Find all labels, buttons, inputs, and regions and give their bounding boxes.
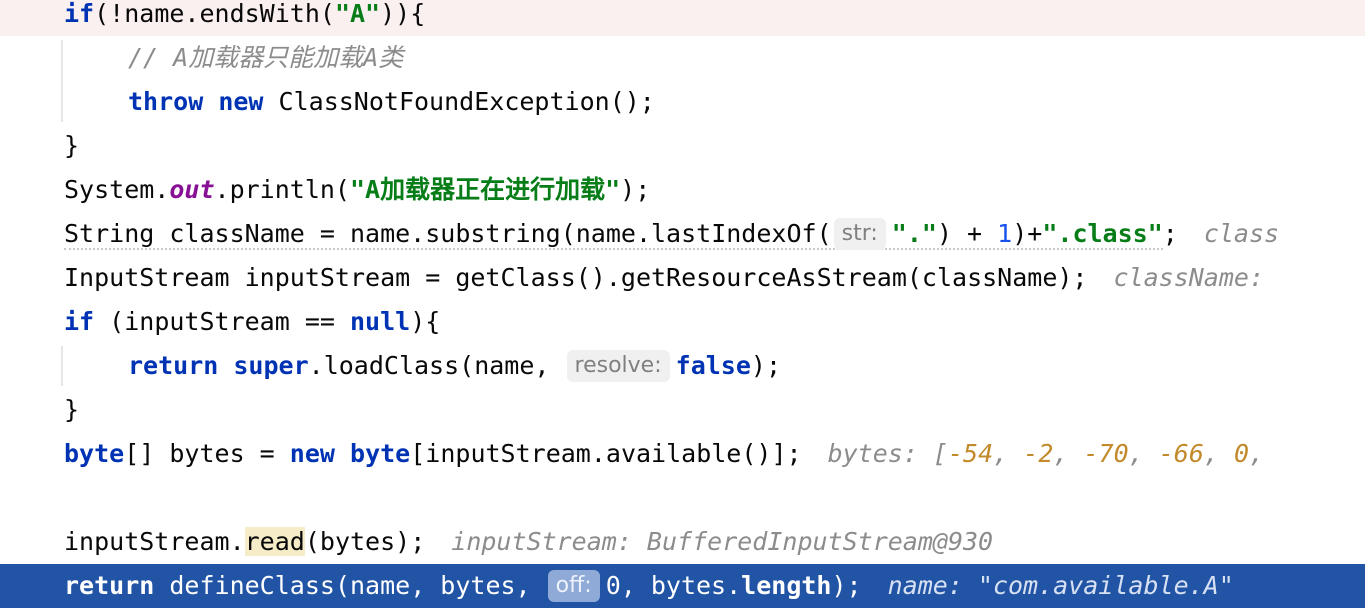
keyword-token: byte	[350, 439, 411, 468]
code-line-3[interactable]: throw new ClassNotFoundException();	[0, 80, 1365, 124]
keyword-token: byte	[64, 439, 125, 468]
code-token: );	[750, 351, 782, 380]
keyword-token: new	[218, 87, 264, 116]
string-literal: "A加载器正在进行加载"	[349, 175, 621, 204]
debug-number: -2	[1023, 439, 1054, 468]
keyword-token: return	[128, 351, 219, 380]
code-token: [] bytes =	[124, 439, 290, 468]
debug-separator: ,	[1203, 439, 1235, 468]
debug-number: -66	[1158, 439, 1204, 468]
debug-inline-value[interactable]: className:	[1114, 263, 1265, 292]
code-token: defineClass(name, bytes,	[169, 571, 531, 600]
debug-inline-value[interactable]: bytes: [-54, -2, -70, -66, 0,	[828, 439, 1265, 468]
code-line-9[interactable]: return super.loadClass(name, resolve: fal…	[0, 344, 1365, 388]
parameter-hint: resolve:	[566, 350, 670, 382]
code-token: ;	[1162, 219, 1178, 248]
code-line-2[interactable]: // A加载器只能加载A类	[0, 36, 1365, 80]
debug-separator: ,	[1053, 439, 1084, 468]
debug-separator: ,	[1249, 439, 1265, 468]
debug-inline-value[interactable]: class	[1204, 219, 1279, 248]
keyword-token: false	[675, 351, 751, 380]
code-token: 0, bytes.	[605, 571, 742, 600]
debug-number: 0	[1234, 439, 1250, 468]
debug-separator: ,	[993, 439, 1024, 468]
keyword-token: if	[64, 0, 95, 28]
static-field-token: out	[169, 175, 215, 204]
parameter-hint: str:	[833, 218, 886, 250]
debug-label: bytes: [	[827, 439, 948, 468]
debug-inline-value[interactable]: inputStream: BufferedInputStream@930	[451, 527, 993, 556]
parameter-hint: off:	[547, 570, 600, 602]
keyword-token: null	[350, 307, 411, 336]
debug-number: -70	[1083, 439, 1129, 468]
debug-separator: ,	[1128, 439, 1159, 468]
code-token: String className = name.substring(name.l…	[64, 219, 832, 248]
code-line-13[interactable]: inputStream.read(bytes); inputStream: Buf…	[0, 520, 1365, 564]
comment-token: // A加载器只能加载A类	[128, 43, 404, 72]
method-usage-highlight: read	[244, 527, 305, 556]
code-line-7[interactable]: InputStream inputStream = getClass().get…	[0, 256, 1365, 300]
brace-token: {	[425, 307, 441, 336]
code-line-4[interactable]: }	[0, 124, 1365, 168]
code-token: (!name.endsWith(	[94, 0, 335, 28]
code-token: [inputStream.available()];	[410, 439, 802, 468]
code-token: inputStream.	[64, 527, 245, 556]
code-token: )	[410, 307, 426, 336]
code-token: .println(	[214, 175, 350, 204]
code-line-1[interactable]: if(!name.endsWith("A")){	[0, 0, 1365, 36]
debug-inline-value[interactable]: name: "com.available.A"	[888, 571, 1234, 600]
brace-token: }	[64, 395, 80, 424]
string-literal: ".class"	[1042, 219, 1163, 248]
keyword-token: return	[64, 571, 155, 600]
keyword-token: if	[64, 307, 95, 336]
code-line-6[interactable]: String className = name.substring(name.l…	[0, 212, 1365, 256]
number-literal: 1	[997, 219, 1013, 248]
keyword-token: new	[289, 439, 335, 468]
code-token: );	[831, 571, 862, 600]
code-token: ))	[380, 0, 411, 28]
brace-token: }	[64, 131, 80, 160]
brace-token: {	[410, 0, 426, 28]
code-token: InputStream inputStream = getClass().get…	[64, 263, 1088, 292]
code-token: (bytes);	[304, 527, 426, 556]
code-line-10[interactable]: }	[0, 388, 1365, 432]
code-token: )+	[1012, 219, 1043, 248]
string-literal: "."	[891, 219, 937, 248]
code-line-12[interactable]	[0, 476, 1365, 520]
field-token: length	[741, 571, 832, 600]
code-token: ();	[609, 87, 655, 116]
code-line-11[interactable]: byte[] bytes = new byte[inputStream.avai…	[0, 432, 1365, 476]
code-token: );	[620, 175, 651, 204]
debug-number: -54	[948, 439, 994, 468]
code-token: ) +	[936, 219, 998, 248]
warning-squiggle: String className = name.substring(name.l…	[64, 218, 1163, 250]
code-line-5[interactable]: System.out.println("A加载器正在进行加载");	[0, 168, 1365, 212]
execution-point-line[interactable]: return defineClass(name, bytes, off: 0, b…	[0, 564, 1365, 608]
code-token: .loadClass(name,	[308, 351, 550, 380]
keyword-token: throw	[128, 87, 204, 116]
keyword-token: super	[233, 351, 309, 380]
class-name-token: ClassNotFoundException	[278, 87, 610, 116]
code-line-8[interactable]: if (inputStream == null){	[0, 300, 1365, 344]
string-literal: "A"	[334, 0, 381, 28]
code-token: System.	[64, 175, 170, 204]
code-token: (inputStream ==	[109, 307, 350, 336]
